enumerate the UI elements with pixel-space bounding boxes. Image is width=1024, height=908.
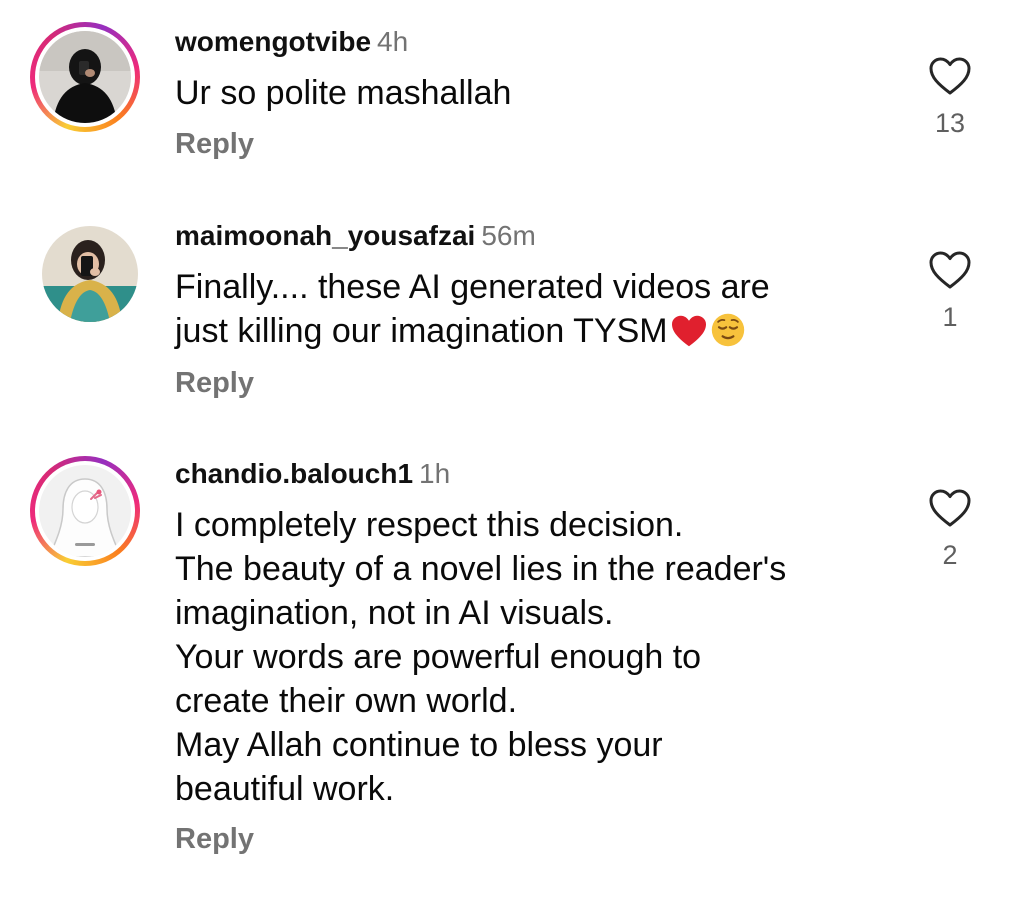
avatar[interactable] [30, 456, 140, 566]
username-link[interactable]: chandio.balouch1 [175, 458, 413, 489]
heart-emoji-icon [670, 314, 708, 359]
comment-text: Ur so polite mashallah [175, 71, 895, 115]
comment-line: create their own world. [175, 682, 518, 720]
avatar[interactable] [30, 22, 140, 132]
like-count: 1 [942, 302, 958, 332]
comment-line: Your words are powerful enough to [175, 638, 702, 676]
reply-button[interactable]: Reply [175, 365, 254, 401]
comment-header: chandio.balouch1 1h [175, 456, 450, 492]
comment-text: Finally.... these AI generated videos ar… [175, 265, 895, 359]
reply-button[interactable]: Reply [175, 821, 254, 857]
comment-line: just killing our imagination TYSM [175, 312, 668, 350]
relieved-face-emoji-icon [710, 312, 746, 359]
profile-photo-icon [42, 226, 138, 322]
comment-line-with-emoji: just killing our imagination TYSM [175, 309, 895, 359]
comment-line: Finally.... these AI generated videos ar… [175, 268, 770, 306]
like-button[interactable]: 2 [915, 488, 985, 572]
heart-icon [929, 251, 971, 289]
heart-icon [929, 489, 971, 527]
avatar[interactable] [42, 226, 138, 322]
comment-text: I completely respect this decision. The … [175, 503, 895, 811]
comment-line: imagination, not in AI visuals. [175, 594, 614, 632]
comment-line: Ur so polite mashallah [175, 74, 512, 112]
comment-line: May Allah continue to bless your [175, 726, 663, 764]
username-link[interactable]: maimoonah_yousafzai [175, 220, 475, 251]
timestamp: 4h [377, 26, 409, 57]
comment-line: beautiful work. [175, 770, 395, 808]
like-button[interactable]: 13 [915, 56, 985, 140]
profile-illustration-icon [39, 465, 131, 557]
heart-icon [929, 57, 971, 95]
comment-header: womengotvibe 4h [175, 24, 408, 60]
timestamp: 1h [419, 458, 451, 489]
profile-photo-icon [39, 31, 131, 123]
reply-button[interactable]: Reply [175, 126, 254, 162]
username-link[interactable]: womengotvibe [175, 26, 371, 57]
comment-line: The beauty of a novel lies in the reader… [175, 550, 787, 588]
like-count: 13 [934, 108, 966, 138]
comment-line: I completely respect this decision. [175, 506, 684, 544]
like-count: 2 [942, 540, 958, 570]
timestamp: 56m [481, 220, 536, 251]
like-button[interactable]: 1 [915, 250, 985, 334]
comment-header: maimoonah_yousafzai 56m [175, 218, 536, 254]
